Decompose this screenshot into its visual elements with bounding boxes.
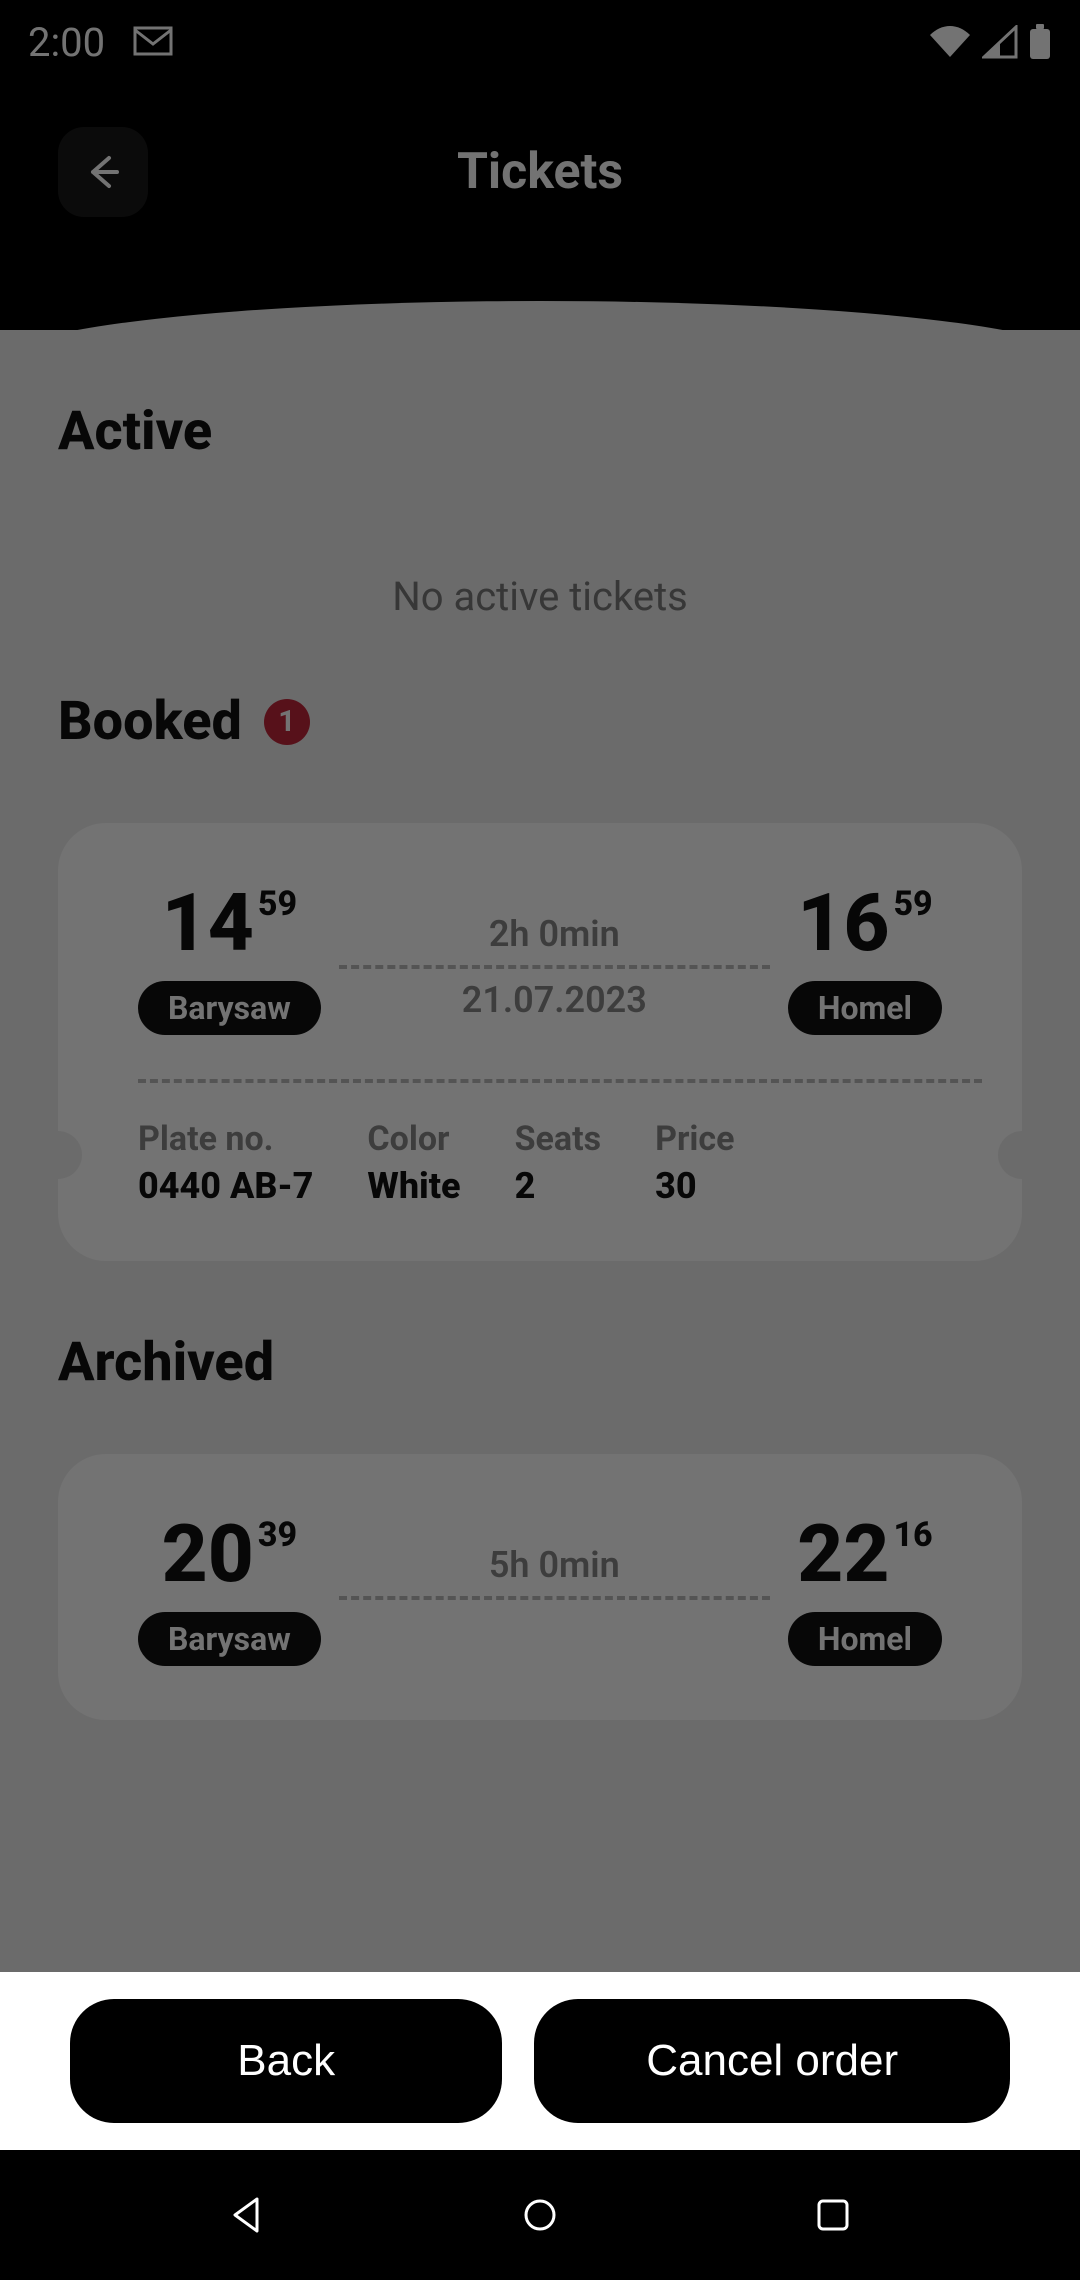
android-recents-button[interactable] xyxy=(803,2185,863,2245)
android-home-button[interactable] xyxy=(510,2185,570,2245)
sheet-cancel-order-button[interactable]: Cancel order xyxy=(534,1999,1010,2123)
android-nav-bar xyxy=(0,2150,1080,2280)
action-sheet: Back Cancel order xyxy=(0,1972,1080,2150)
sheet-back-button[interactable]: Back xyxy=(70,1999,502,2123)
modal-dim-overlay[interactable] xyxy=(0,0,1080,2150)
android-back-button[interactable] xyxy=(217,2185,277,2245)
